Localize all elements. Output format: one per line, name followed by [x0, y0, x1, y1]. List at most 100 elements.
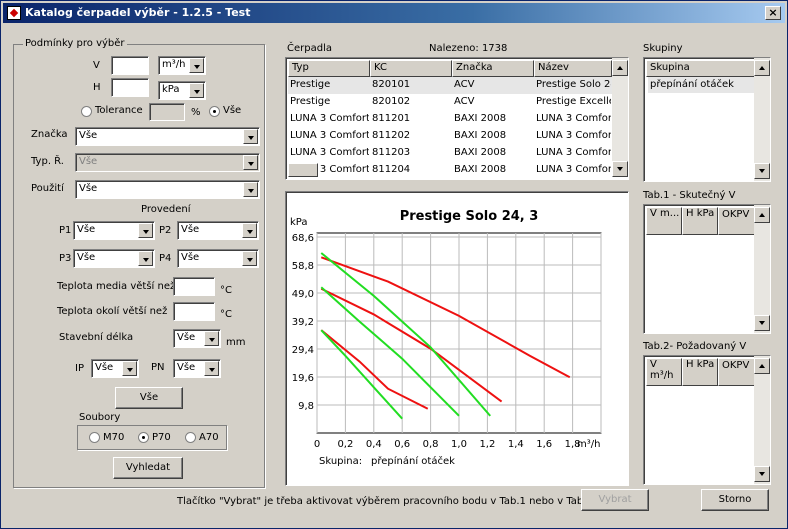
tab1-col-h[interactable]: H kPa — [682, 207, 718, 235]
y-axis-label: kPa — [290, 217, 308, 228]
ip-select[interactable]: Vše — [91, 359, 139, 378]
pumps-column-header[interactable]: Značka — [452, 60, 534, 77]
main-window: Katalog čerpadel výběr - 1.2.5 - Test × … — [0, 0, 788, 529]
scroll-down-icon[interactable] — [612, 161, 628, 177]
tolerance-radio[interactable] — [81, 106, 92, 117]
chevron-down-icon[interactable] — [204, 331, 219, 346]
chart-footer-value: přepínání otáček — [371, 455, 455, 467]
p4-select[interactable]: Vše — [177, 249, 259, 268]
h-input[interactable] — [111, 78, 149, 97]
tab1-title: Tab.1 - Skutečný V — [643, 190, 736, 201]
tab2-table: V m³/h H kPa OKPV — [643, 355, 771, 485]
groups-column-header[interactable]: Skupina — [646, 60, 756, 77]
x-tick-label: 1,2 — [479, 439, 495, 450]
chevron-down-icon[interactable] — [242, 223, 257, 238]
scroll-up-icon[interactable] — [612, 60, 628, 76]
search-button[interactable]: Vyhledat — [113, 457, 183, 479]
table-cell: 811203 — [372, 147, 411, 158]
amb-temp-unit: °C — [220, 309, 232, 320]
pumps-column-header[interactable]: KC — [370, 60, 452, 77]
table-cell: 811202 — [372, 130, 411, 141]
y-tick-label: 29,4 — [292, 345, 314, 356]
table-cell: ACV — [454, 79, 475, 90]
table-row[interactable]: LUNA 3 Comfort HT811204BAXI 2008LUNA 3 C… — [288, 162, 612, 179]
use-select[interactable]: Vše — [75, 180, 260, 199]
tab1-col-okpv[interactable]: OKPV — [718, 207, 756, 235]
table-row[interactable]: Prestige 820102 ACV Prestige Excellence — [288, 94, 612, 111]
group-item[interactable]: přepínání otáček — [648, 77, 754, 93]
chevron-down-icon[interactable] — [242, 251, 257, 266]
tab2-col-okpv[interactable]: OKPV — [718, 358, 756, 386]
chevron-down-icon[interactable] — [138, 251, 153, 266]
v-label: V — [93, 60, 100, 71]
close-button[interactable]: × — [765, 6, 781, 20]
all-button[interactable]: Vše — [115, 387, 183, 409]
cancel-button[interactable]: Storno — [701, 489, 769, 511]
chevron-down-icon[interactable] — [122, 361, 137, 376]
brand-select[interactable]: Vše — [75, 127, 260, 146]
x-tick-label: 0,8 — [423, 439, 439, 450]
all-radio[interactable] — [209, 106, 220, 117]
tab2-col-h[interactable]: H kPa — [682, 358, 718, 386]
chevron-down-icon[interactable] — [138, 223, 153, 238]
table-cell: 811201 — [372, 113, 411, 124]
tab2-col-v[interactable]: V m³/h — [646, 358, 682, 386]
scroll-down-icon[interactable] — [754, 466, 770, 482]
tab1-col-v[interactable]: V m... — [646, 207, 682, 235]
table-row[interactable]: LUNA 3 Comfort HT811203BAXI 2008LUNA 3 C… — [288, 145, 612, 162]
x-tick-label: 0,6 — [394, 439, 410, 450]
tolerance-input[interactable] — [149, 103, 185, 121]
v-input[interactable] — [111, 56, 149, 75]
table-cell: BAXI 2008 — [454, 130, 507, 141]
p3-select[interactable]: Vše — [73, 249, 155, 268]
length-label: Stavební délka — [59, 332, 134, 343]
scroll-down-icon[interactable] — [754, 315, 770, 331]
scroll-up-icon[interactable] — [754, 358, 770, 374]
p3-label: P3 — [59, 253, 72, 264]
groups-title: Skupiny — [643, 43, 683, 54]
p1-select[interactable]: Vše — [73, 221, 155, 240]
chevron-down-icon[interactable] — [243, 129, 258, 144]
chart-panel: 0 0,2 0,4 0,6 0,8 1,0 1,2 1,4 1,6 1,8 9,8 19,6 29,4 3… — [285, 191, 629, 486]
type-select[interactable]: Vše — [75, 153, 260, 172]
h-unit-select[interactable]: kPa — [158, 81, 206, 100]
table-cell: LUNA 3 Comfort HT — [536, 147, 611, 158]
table-cell: LUNA 3 Comfort HT — [290, 130, 369, 141]
scroll-down-icon[interactable] — [754, 163, 770, 179]
x-tick-label: 0,2 — [337, 439, 353, 450]
chevron-down-icon[interactable] — [243, 182, 258, 197]
file-radio-a70[interactable] — [185, 432, 196, 443]
pumps-hscroll[interactable] — [288, 163, 318, 177]
y-tick-label: 68,6 — [292, 233, 314, 244]
select-button[interactable]: Vybrat — [581, 489, 649, 511]
pn-select[interactable]: Vše — [173, 359, 221, 378]
file-radio-p70[interactable] — [138, 432, 149, 443]
table-row[interactable]: LUNA 3 Comfort HT811202BAXI 2008LUNA 3 C… — [288, 128, 612, 145]
scroll-up-icon[interactable] — [754, 207, 770, 223]
chevron-down-icon[interactable] — [243, 155, 258, 170]
amb-temp-label: Teplota okolí větší než — [57, 306, 168, 317]
table-cell: LUNA 3 Comfort HT — [536, 113, 611, 124]
x-tick-label: 0 — [314, 439, 320, 450]
table-row[interactable]: Prestige 820101 ACV Prestige Solo 24, 3 — [288, 77, 612, 94]
media-temp-input[interactable] — [173, 277, 215, 296]
tab2-vscroll[interactable] — [754, 356, 770, 484]
chevron-down-icon[interactable] — [204, 361, 219, 376]
v-unit-select[interactable]: m³/h — [158, 56, 206, 75]
tab1-vscroll[interactable] — [754, 205, 770, 333]
p4-label: P4 — [159, 253, 172, 264]
type-label: Typ. Ř. — [31, 156, 64, 167]
chevron-down-icon[interactable] — [189, 83, 204, 98]
amb-temp-input[interactable] — [173, 302, 215, 321]
file-radio-m70[interactable] — [89, 432, 100, 443]
table-cell: Prestige — [290, 96, 331, 107]
pumps-column-header[interactable]: Typ — [288, 60, 370, 77]
table-cell: Prestige Solo 24, 3 — [536, 79, 611, 90]
app-icon — [7, 6, 21, 20]
table-row[interactable]: LUNA 3 Comfort HT811201BAXI 2008LUNA 3 C… — [288, 111, 612, 128]
chevron-down-icon[interactable] — [189, 58, 204, 73]
scroll-up-icon[interactable] — [754, 60, 770, 76]
p2-select[interactable]: Vše — [177, 221, 259, 240]
length-select[interactable]: Vše — [173, 329, 221, 348]
pumps-column-header[interactable]: Název — [534, 60, 612, 77]
